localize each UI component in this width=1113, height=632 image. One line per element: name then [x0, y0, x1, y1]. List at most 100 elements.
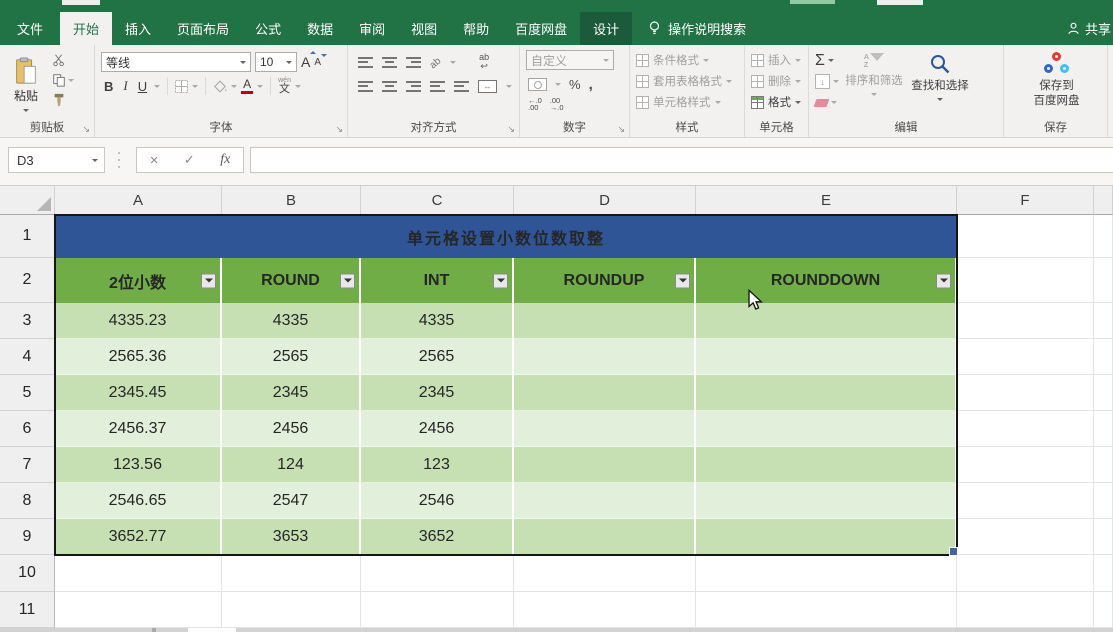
share-button[interactable]: 共享 [1066, 12, 1113, 45]
font-name-combo[interactable]: 等线 [101, 52, 251, 72]
cell-F2[interactable] [957, 258, 1094, 303]
borders-icon[interactable] [175, 80, 188, 93]
cell-E2[interactable]: ROUNDDOWN [696, 258, 957, 303]
row-header-8[interactable]: 8 [0, 483, 55, 519]
enter-button[interactable]: ✓ [184, 152, 195, 168]
cell-E10[interactable] [696, 555, 957, 592]
tab-home[interactable]: 开始 [60, 12, 112, 45]
orientation-dropdown-arrow[interactable] [450, 61, 456, 67]
tell-me-search[interactable]: 操作说明搜索 [648, 12, 746, 45]
cell-A7[interactable]: 123.56 [55, 447, 222, 483]
align-center-button[interactable] [382, 81, 397, 92]
cell-A3[interactable]: 4335.23 [55, 303, 222, 339]
clipboard-dialog-launcher[interactable]: ↘ [82, 125, 90, 134]
cancel-button[interactable]: × [150, 152, 159, 169]
filter-button-D[interactable] [675, 273, 690, 288]
align-right-button[interactable] [406, 81, 421, 92]
tab-data[interactable]: 数据 [294, 12, 346, 45]
cell-D9[interactable] [514, 519, 696, 555]
cell-C8[interactable]: 2546 [361, 483, 514, 519]
col-header-D[interactable]: D [514, 186, 696, 215]
cell-E3[interactable] [696, 303, 957, 339]
tab-help[interactable]: 帮助 [450, 12, 502, 45]
cell-C5[interactable]: 2345 [361, 375, 514, 411]
insert-function-button[interactable]: fx [220, 152, 230, 168]
col-header-E[interactable]: E [696, 186, 957, 215]
cell-B6[interactable]: 2456 [222, 411, 361, 447]
paste-dropdown-arrow[interactable] [23, 109, 29, 115]
col-header-F[interactable]: F [957, 186, 1094, 215]
autosum-button[interactable]: Σ [815, 52, 839, 69]
cell-F6[interactable] [957, 411, 1094, 447]
merge-center-button[interactable]: ↔ [478, 80, 497, 93]
col-header-C[interactable]: C [361, 186, 514, 215]
row-header-7[interactable]: 7 [0, 447, 55, 483]
bottom-align-button[interactable] [406, 57, 421, 68]
middle-align-button[interactable] [382, 57, 397, 68]
cell-A11[interactable] [55, 592, 222, 628]
cell-F7[interactable] [957, 447, 1094, 483]
percent-style-button[interactable]: % [569, 77, 581, 92]
cell-E8[interactable] [696, 483, 957, 519]
col-header-A[interactable]: A [55, 186, 222, 215]
cell-F4[interactable] [957, 339, 1094, 375]
cut-button[interactable] [52, 53, 74, 67]
filter-button-C[interactable] [493, 273, 508, 288]
cell-C10[interactable] [361, 555, 514, 592]
copy-button[interactable] [52, 73, 74, 87]
formula-input[interactable] [250, 147, 1113, 173]
wrap-text-button[interactable]: ab ↩ [479, 53, 489, 71]
row-header-9[interactable]: 9 [0, 519, 55, 555]
conditional-formatting-button[interactable]: 条件格式 [636, 52, 740, 68]
bold-button[interactable]: B [101, 79, 116, 94]
top-align-button[interactable] [358, 57, 373, 68]
row-header-4[interactable]: 4 [0, 339, 55, 375]
tab-design[interactable]: 设计 [580, 12, 632, 45]
col-header-B[interactable]: B [222, 186, 361, 215]
cell-E5[interactable] [696, 375, 957, 411]
format-as-table-button[interactable]: 套用表格格式 [636, 73, 740, 89]
fill-color-dropdown-arrow[interactable] [231, 85, 237, 91]
decrease-decimal-button[interactable]: .00 →.0 [550, 97, 564, 112]
clear-button[interactable] [815, 94, 839, 111]
format-cells-button[interactable]: 格式 [751, 94, 804, 110]
cell-F1[interactable] [957, 215, 1094, 258]
phonetic-dropdown-arrow[interactable] [295, 85, 301, 91]
filter-button-E[interactable] [936, 273, 951, 288]
cell-D3[interactable] [514, 303, 696, 339]
copy-dropdown-arrow[interactable] [68, 79, 74, 85]
cell-B9[interactable]: 3653 [222, 519, 361, 555]
row-header-2[interactable]: 2 [0, 258, 55, 303]
alignment-dialog-launcher[interactable]: ↘ [507, 125, 515, 134]
cell-B3[interactable]: 4335 [222, 303, 361, 339]
cell-A4[interactable]: 2565.36 [55, 339, 222, 375]
borders-dropdown-arrow[interactable] [192, 85, 198, 91]
underline-button[interactable]: U [135, 79, 150, 94]
cell-C7[interactable]: 123 [361, 447, 514, 483]
tab-review[interactable]: 审阅 [346, 12, 398, 45]
cell-D11[interactable] [514, 592, 696, 628]
cell-A2[interactable]: 2位小数 [55, 258, 222, 303]
cell-A10[interactable] [55, 555, 222, 592]
select-all-corner[interactable] [0, 186, 55, 215]
tab-formulas[interactable]: 公式 [242, 12, 294, 45]
cell-A6[interactable]: 2456.37 [55, 411, 222, 447]
cell-D10[interactable] [514, 555, 696, 592]
fill-color-icon[interactable] [213, 80, 227, 93]
tab-view[interactable]: 视图 [398, 12, 450, 45]
cell-E11[interactable] [696, 592, 957, 628]
cell-E7[interactable] [696, 447, 957, 483]
cell-B10[interactable] [222, 555, 361, 592]
cell-C6[interactable]: 2456 [361, 411, 514, 447]
cell-B5[interactable]: 2345 [222, 375, 361, 411]
number-dialog-launcher[interactable]: ↘ [617, 125, 625, 134]
accounting-format-icon[interactable] [528, 78, 547, 91]
cell-A9[interactable]: 3652.77 [55, 519, 222, 555]
cell-C2[interactable]: INT [361, 258, 514, 303]
cell-D4[interactable] [514, 339, 696, 375]
cell-F3[interactable] [957, 303, 1094, 339]
merge-dropdown-arrow[interactable] [506, 85, 512, 91]
row-header-3[interactable]: 3 [0, 303, 55, 339]
cell-C11[interactable] [361, 592, 514, 628]
cell-E6[interactable] [696, 411, 957, 447]
